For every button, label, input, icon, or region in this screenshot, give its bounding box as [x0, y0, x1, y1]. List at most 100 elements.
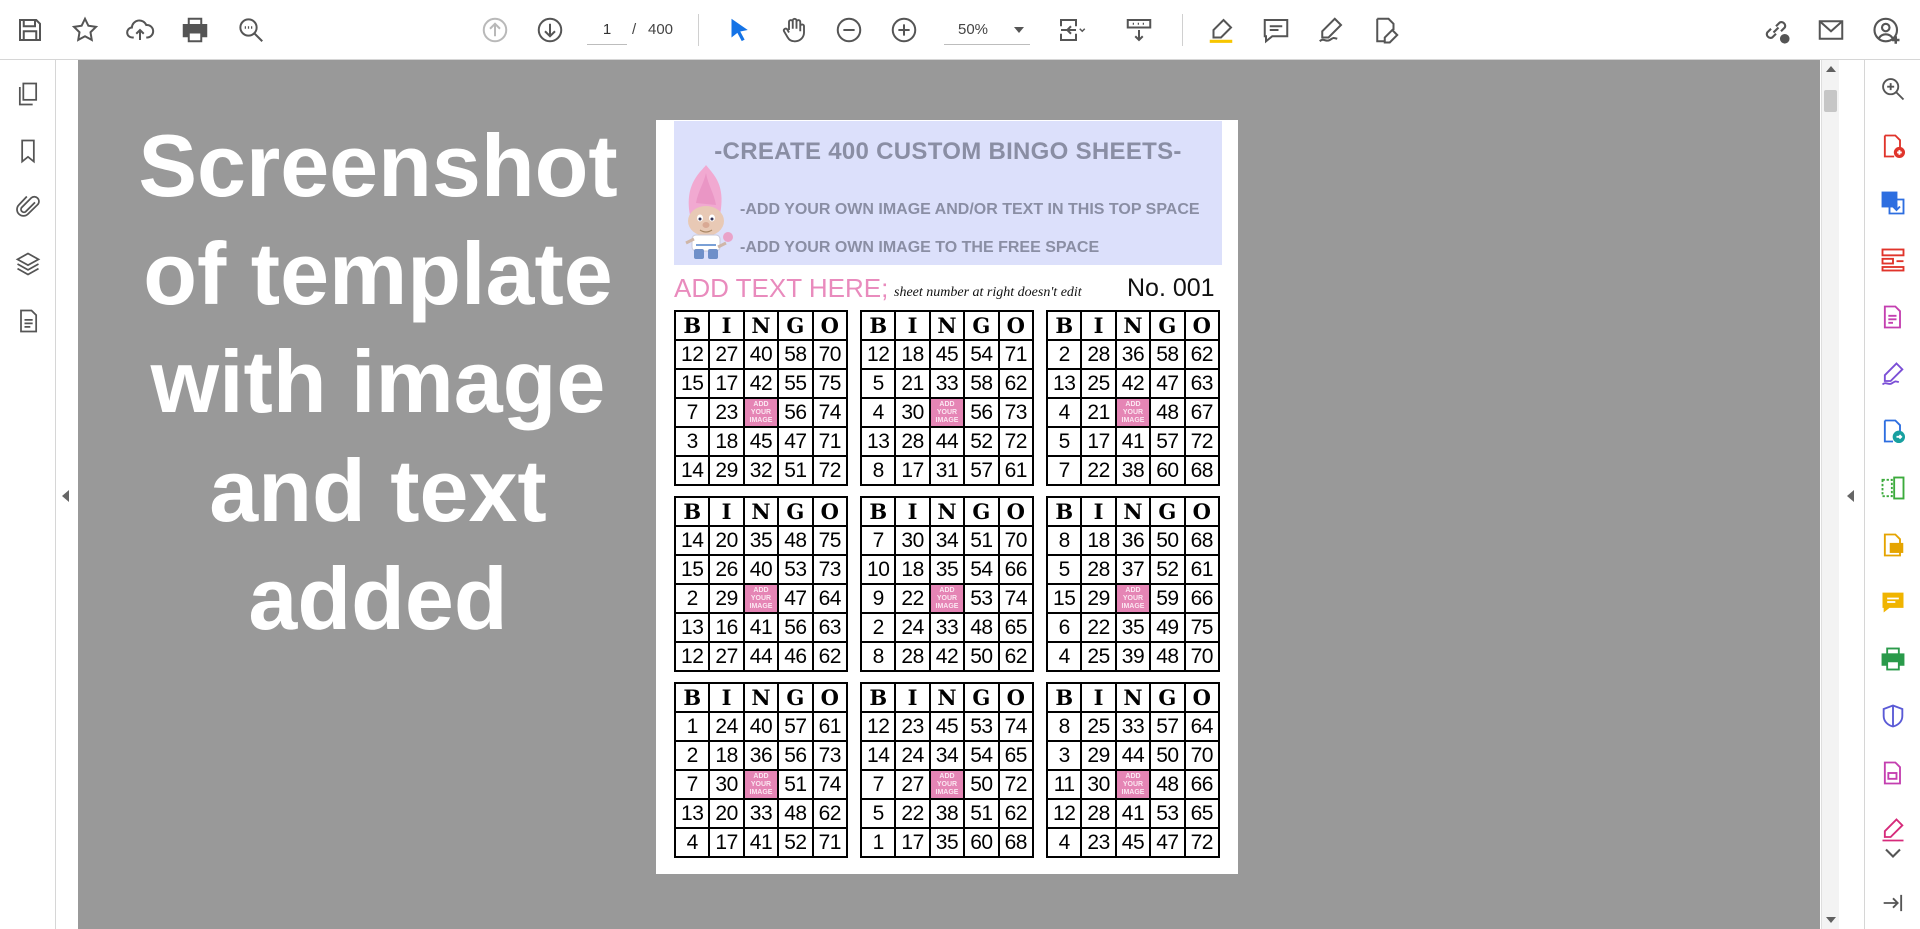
bingo-number-cell: 15 [673, 368, 711, 399]
zoom-select[interactable]: 50% [944, 15, 1030, 45]
expand-right-pane-icon[interactable] [1847, 490, 1854, 502]
sign-request-icon[interactable] [1874, 355, 1912, 393]
minus-circle-icon[interactable] [830, 11, 868, 49]
star-icon[interactable] [66, 11, 104, 49]
bingo-number-cell: 36 [1114, 339, 1152, 370]
document-properties-icon[interactable] [9, 302, 47, 340]
protect-shield-icon[interactable] [1874, 697, 1912, 735]
arrow-up-circle-icon[interactable] [476, 11, 514, 49]
bingo-number-cell: 62 [811, 641, 849, 672]
scroll-down-arrow-icon[interactable] [1826, 917, 1836, 923]
page-separator: / [632, 21, 637, 38]
page-thumbnails-icon[interactable] [9, 75, 47, 113]
bingo-number-cell: 29 [708, 583, 745, 614]
bingo-header-cell: O [997, 496, 1035, 527]
bingo-number-cell: 45 [1114, 827, 1152, 858]
layers-icon[interactable] [9, 245, 47, 283]
arrow-down-circle-icon[interactable] [531, 11, 569, 49]
export-pdf-icon[interactable] [1874, 184, 1912, 222]
page-number-input[interactable] [587, 15, 627, 45]
save-icon[interactable] [11, 11, 49, 49]
fill-sign-icon[interactable] [1367, 11, 1405, 49]
vertical-scrollbar[interactable] [1821, 60, 1839, 929]
scrollbar-thumb[interactable] [1824, 90, 1837, 112]
highlighter-icon[interactable] [1202, 11, 1240, 49]
bingo-number-cell: 71 [997, 339, 1035, 370]
create-pdf-icon[interactable] [1874, 127, 1912, 165]
send-for-review-icon[interactable] [1874, 412, 1912, 450]
sheet-number: No. 001 [1127, 274, 1215, 302]
share-link-icon[interactable] [1757, 11, 1795, 49]
bingo-header-cell: O [1183, 310, 1221, 341]
bingo-number-cell: 56 [777, 740, 814, 771]
bingo-card: B I N G O 8 18 36 50 68 5 28 37 52 61 15 29 ADD YOUR IMAG… [1045, 496, 1221, 672]
print-production-icon[interactable] [1874, 640, 1912, 678]
bingo-number-cell: 50 [963, 769, 1000, 800]
fit-page-icon[interactable] [1052, 11, 1090, 49]
bingo-number-cell: 41 [1114, 426, 1152, 457]
comment-tool-icon[interactable] [1874, 526, 1912, 564]
bingo-number-cell: 68 [997, 827, 1035, 858]
bingo-number-cell: 13 [859, 426, 897, 457]
chevron-down-icon[interactable] [1874, 840, 1912, 866]
bookmark-icon[interactable] [9, 132, 47, 170]
bingo-number-cell: 75 [811, 368, 849, 399]
left-navigation-pane [0, 60, 56, 929]
bingo-number-cell: 74 [811, 397, 849, 428]
bingo-number-cell: 28 [1080, 554, 1117, 585]
print-icon[interactable] [176, 11, 214, 49]
email-icon[interactable] [1812, 11, 1850, 49]
zoom-search-icon[interactable] [1874, 70, 1912, 108]
bingo-number-cell: 27 [708, 641, 745, 672]
comment-icon[interactable] [1257, 11, 1295, 49]
bingo-number-cell: 57 [1149, 711, 1186, 742]
bingo-number-cell: 2 [673, 740, 711, 771]
bingo-number-cell: 45 [928, 339, 966, 370]
bingo-number-cell: 70 [811, 339, 849, 370]
bingo-number-cell: 4 [673, 827, 711, 858]
bingo-number-cell: 47 [1149, 827, 1186, 858]
hand-icon[interactable] [775, 11, 813, 49]
plus-circle-icon[interactable] [885, 11, 923, 49]
bingo-number-cell: 51 [963, 525, 1000, 556]
bingo-number-cell: 40 [742, 339, 780, 370]
bingo-header-cell: N [928, 496, 966, 527]
bingo-number-cell: 60 [1149, 455, 1186, 486]
bingo-number-cell: 70 [997, 525, 1035, 556]
pointer-arrow-icon[interactable] [720, 11, 758, 49]
scroll-up-arrow-icon[interactable] [1826, 66, 1836, 72]
fill-form-icon[interactable] [1874, 754, 1912, 792]
bingo-number-cell: 23 [708, 397, 745, 428]
edit-pdf-icon[interactable] [1874, 298, 1912, 336]
right-tools-pane [1864, 60, 1920, 929]
bingo-number-cell: 46 [777, 641, 814, 672]
scroll-mode-icon[interactable] [1120, 11, 1158, 49]
bingo-number-cell: 67 [1183, 397, 1221, 428]
cloud-upload-icon[interactable] [121, 11, 159, 49]
organize-pages-icon[interactable] [1874, 241, 1912, 279]
bingo-number-cell: 33 [742, 798, 780, 829]
bingo-number-cell: 18 [708, 426, 745, 457]
bingo-number-cell: 8 [859, 641, 897, 672]
sticky-note-icon[interactable] [1874, 583, 1912, 621]
bingo-number-cell: 42 [742, 368, 780, 399]
bingo-number-cell: 65 [997, 612, 1035, 643]
bingo-header-cell: N [742, 310, 780, 341]
bingo-header-cell: I [894, 682, 931, 713]
search-text-icon[interactable] [232, 11, 270, 49]
toolbar-divider [698, 14, 699, 46]
bingo-header-cell: O [811, 496, 849, 527]
bingo-number-cell: 30 [894, 397, 931, 428]
bingo-number-cell: 75 [811, 525, 849, 556]
account-icon[interactable] [1868, 11, 1906, 49]
document-canvas[interactable]: Screenshot of template with image and te… [78, 60, 1820, 929]
bingo-number-cell: 48 [777, 798, 814, 829]
collapse-tools-pane-icon[interactable] [1874, 884, 1912, 922]
bingo-number-cell: 56 [963, 397, 1000, 428]
compare-files-icon[interactable] [1874, 469, 1912, 507]
bingo-number-cell: 63 [811, 612, 849, 643]
sign-pen-icon[interactable] [1312, 11, 1350, 49]
collapse-left-pane-icon[interactable] [62, 490, 69, 502]
paperclip-icon[interactable] [9, 188, 47, 226]
bingo-number-cell: 48 [777, 525, 814, 556]
